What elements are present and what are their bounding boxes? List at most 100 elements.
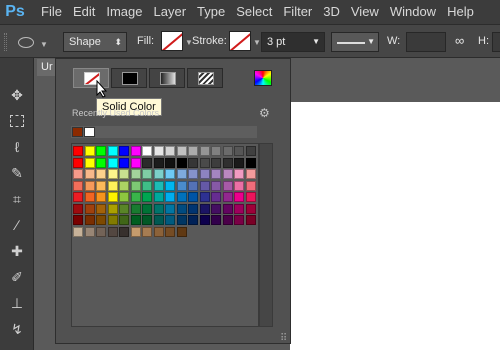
recent-color-swatch[interactable]: [72, 127, 83, 137]
color-swatch[interactable]: [211, 215, 221, 225]
color-picker-icon[interactable]: [254, 70, 272, 86]
pattern-fill-button[interactable]: [187, 68, 223, 88]
color-swatch[interactable]: [119, 203, 129, 214]
width-input[interactable]: [406, 32, 446, 52]
color-swatch[interactable]: [107, 226, 118, 237]
color-swatch[interactable]: [245, 157, 256, 168]
gear-icon[interactable]: ⚙: [259, 106, 270, 120]
color-swatch[interactable]: [199, 203, 210, 214]
color-swatch[interactable]: [176, 226, 187, 237]
color-swatch[interactable]: [176, 215, 187, 225]
menu-image[interactable]: Image: [106, 0, 142, 24]
menu-view[interactable]: View: [351, 0, 379, 24]
color-swatch[interactable]: [84, 146, 95, 156]
color-swatch[interactable]: [107, 180, 118, 191]
menu-window[interactable]: Window: [390, 0, 436, 24]
color-swatch[interactable]: [211, 157, 221, 168]
color-swatch[interactable]: [73, 169, 83, 179]
color-swatch[interactable]: [188, 180, 198, 191]
color-swatch[interactable]: [153, 226, 164, 237]
color-swatch[interactable]: [96, 157, 106, 168]
color-swatch[interactable]: [176, 203, 187, 214]
color-swatch[interactable]: [199, 157, 210, 168]
gradient-fill-button[interactable]: [149, 68, 185, 88]
color-swatch[interactable]: [211, 146, 221, 156]
color-swatch[interactable]: [234, 169, 244, 179]
color-swatch[interactable]: [153, 203, 164, 214]
color-swatch[interactable]: [142, 169, 152, 179]
color-swatch[interactable]: [222, 146, 233, 156]
color-swatch[interactable]: [84, 180, 95, 191]
color-swatch[interactable]: [211, 203, 221, 214]
color-swatch[interactable]: [142, 226, 152, 237]
color-swatch[interactable]: [96, 169, 106, 179]
color-swatch[interactable]: [119, 226, 129, 237]
color-swatch[interactable]: [130, 215, 141, 225]
color-swatch[interactable]: [176, 180, 187, 191]
color-swatch[interactable]: [142, 157, 152, 168]
color-swatch[interactable]: [119, 192, 129, 202]
swatches-scrollbar[interactable]: [259, 143, 273, 327]
color-swatch[interactable]: [119, 180, 129, 191]
color-swatch[interactable]: [119, 215, 129, 225]
clone-stamp-tool-icon[interactable]: ⊥: [6, 292, 28, 314]
color-swatch[interactable]: [153, 192, 164, 202]
color-swatch[interactable]: [107, 192, 118, 202]
color-swatch[interactable]: [96, 215, 106, 225]
color-swatch[interactable]: [153, 169, 164, 179]
color-swatch[interactable]: [245, 215, 256, 225]
color-swatch[interactable]: [211, 169, 221, 179]
color-swatch[interactable]: [153, 180, 164, 191]
color-swatch[interactable]: [188, 169, 198, 179]
color-swatch[interactable]: [107, 157, 118, 168]
color-swatch[interactable]: [96, 203, 106, 214]
color-swatch[interactable]: [165, 226, 175, 237]
color-swatch[interactable]: [188, 192, 198, 202]
color-swatch[interactable]: [234, 157, 244, 168]
color-swatch[interactable]: [211, 192, 221, 202]
color-swatch[interactable]: [96, 192, 106, 202]
color-swatch[interactable]: [245, 192, 256, 202]
color-swatch[interactable]: [165, 215, 175, 225]
link-icon[interactable]: ∞: [455, 31, 464, 51]
color-swatch[interactable]: [165, 157, 175, 168]
marquee-tool-icon[interactable]: [6, 110, 28, 132]
move-tool-icon[interactable]: ✥: [6, 84, 28, 106]
color-swatch[interactable]: [73, 226, 83, 237]
color-swatch[interactable]: [73, 203, 83, 214]
color-swatch[interactable]: [211, 180, 221, 191]
color-swatch[interactable]: [234, 215, 244, 225]
color-swatch[interactable]: [176, 169, 187, 179]
quick-select-tool-icon[interactable]: ✎: [6, 162, 28, 184]
color-swatch[interactable]: [84, 192, 95, 202]
brush-tool-icon[interactable]: ✐: [6, 266, 28, 288]
color-swatch[interactable]: [176, 146, 187, 156]
menu-layer[interactable]: Layer: [154, 0, 187, 24]
color-swatch[interactable]: [222, 169, 233, 179]
menu-3d[interactable]: 3D: [323, 0, 340, 24]
healing-brush-tool-icon[interactable]: ✚: [6, 240, 28, 262]
color-swatch[interactable]: [199, 169, 210, 179]
color-swatch[interactable]: [73, 215, 83, 225]
history-brush-tool-icon[interactable]: ↯: [6, 318, 28, 340]
color-swatch[interactable]: [234, 203, 244, 214]
color-swatch[interactable]: [188, 157, 198, 168]
color-swatch[interactable]: [222, 180, 233, 191]
color-swatch[interactable]: [165, 180, 175, 191]
height-input[interactable]: [492, 32, 500, 52]
color-swatch[interactable]: [73, 180, 83, 191]
color-swatch[interactable]: [165, 146, 175, 156]
color-swatch[interactable]: [245, 203, 256, 214]
menu-filter[interactable]: Filter: [283, 0, 312, 24]
color-swatch[interactable]: [222, 215, 233, 225]
color-swatch[interactable]: [222, 203, 233, 214]
fill-swatch-button[interactable]: [161, 31, 183, 51]
color-swatch[interactable]: [245, 180, 256, 191]
color-swatch[interactable]: [73, 146, 83, 156]
color-swatch[interactable]: [107, 169, 118, 179]
color-swatch[interactable]: [73, 192, 83, 202]
color-swatch[interactable]: [107, 203, 118, 214]
color-swatch[interactable]: [199, 146, 210, 156]
color-swatch[interactable]: [107, 146, 118, 156]
menu-help[interactable]: Help: [447, 0, 474, 24]
